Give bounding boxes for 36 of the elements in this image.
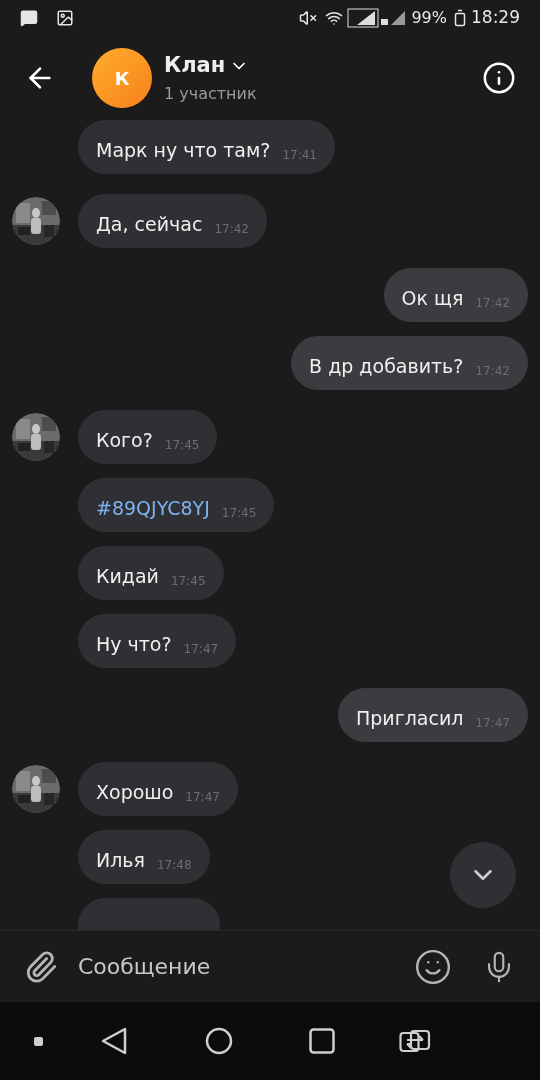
message-text: Хорошо [96, 780, 174, 805]
home-nav-icon[interactable] [205, 1027, 233, 1055]
message-text: Пригласил [356, 706, 464, 731]
image-icon [56, 9, 74, 27]
message-text: Илья [96, 848, 145, 873]
message-time: 17:45 [221, 505, 257, 521]
chat-subtitle: 1 участник [164, 82, 257, 105]
message-time: 17:47 [183, 641, 219, 657]
message-time: 17:47 [185, 789, 220, 805]
chat-icon [20, 9, 38, 27]
mute-icon [299, 9, 318, 27]
chat-title[interactable]: Клан [164, 50, 226, 82]
battery-percent: 99% [411, 7, 447, 29]
status-time: 18:29 [471, 6, 520, 30]
emoji-icon[interactable] [414, 947, 452, 986]
info-button[interactable] [482, 61, 516, 95]
wifi-icon [325, 9, 344, 27]
message-text: В др добавить? [309, 354, 464, 379]
message-text: Кого? [96, 428, 153, 453]
message-time: 17:42 [214, 221, 249, 237]
message-text: Ок щя [401, 286, 464, 311]
message-text: Марк ну что там? [96, 138, 271, 163]
message-input[interactable]: Сообщение [78, 950, 414, 983]
message-text: Кидай [96, 564, 159, 589]
message-link[interactable]: #89QJYC8YJ [96, 495, 210, 521]
message-time: 17:45 [164, 437, 200, 453]
message-time: 17:41 [282, 147, 317, 163]
message-time: 17:45 [170, 573, 206, 589]
back-nav-icon[interactable] [101, 1027, 127, 1055]
recents-nav-icon[interactable] [309, 1028, 335, 1054]
attach-icon[interactable] [24, 949, 58, 984]
message-text: Да, сейчас [96, 212, 203, 237]
switch-icon[interactable] [399, 1029, 431, 1053]
message-text: Ну что? [96, 632, 172, 657]
message-time: 17:48 [157, 857, 192, 873]
signal-icon [347, 8, 408, 28]
